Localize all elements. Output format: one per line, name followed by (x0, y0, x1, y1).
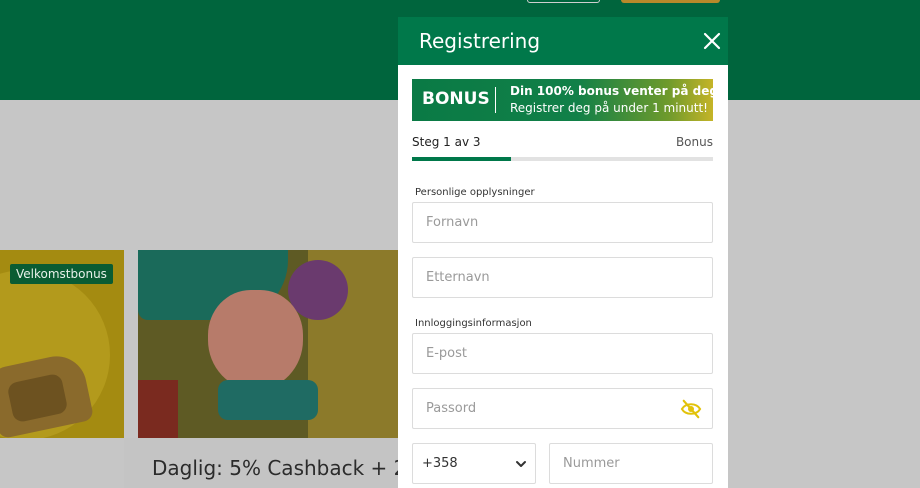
progress-fill (412, 157, 512, 161)
step-next: Bonus (675, 135, 713, 149)
progress-bar (412, 157, 713, 161)
bonus-banner: BONUS Din 100% bonus venter på deg. Regi… (412, 79, 713, 121)
country-code-select[interactable]: +358 (412, 443, 536, 484)
modal-title: Registrering (419, 29, 541, 53)
promo-card-cashback-text[interactable]: Daglig: 5% Cashback + 20% (124, 438, 438, 488)
step-current: Steg 1 av 3 (412, 135, 481, 149)
welcome-bonus-badge: Velkomstbonus (10, 264, 113, 284)
close-icon[interactable] (700, 29, 724, 53)
chevron-down-icon (516, 460, 526, 467)
first-name-field[interactable] (412, 202, 713, 243)
login-info-label: Innloggingsinformasjon (415, 318, 532, 329)
phone-number-input[interactable] (550, 444, 712, 483)
first-name-input[interactable] (413, 203, 712, 242)
header-register-button[interactable] (621, 0, 720, 3)
last-name-input[interactable] (413, 258, 712, 297)
card-image-hair (288, 260, 348, 320)
card-image-face (208, 290, 303, 390)
card-image-flowers (138, 380, 178, 438)
personal-info-label: Personlige opplysninger (415, 187, 535, 198)
promo-card-title: Daglig: 5% Cashback + 20% (152, 456, 439, 480)
banner-divider (495, 87, 496, 113)
header-login-button[interactable] (527, 0, 600, 3)
country-code-value: +358 (422, 456, 458, 471)
eye-slash-icon[interactable] (680, 399, 702, 419)
bonus-subline: Registrer deg på under 1 minutt! (510, 101, 708, 115)
password-input[interactable] (413, 389, 712, 428)
registration-modal: Registrering BONUS Din 100% bonus venter… (398, 17, 728, 488)
password-field[interactable] (412, 388, 713, 429)
bonus-logo: BONUS (422, 89, 490, 109)
email-input[interactable] (413, 334, 712, 373)
promo-card-cashback-image[interactable] (138, 250, 400, 438)
modal-header: Registrering (398, 17, 728, 65)
card-image-scarf (218, 380, 318, 420)
email-field[interactable] (412, 333, 713, 374)
phone-number-field[interactable] (549, 443, 713, 484)
bonus-headline: Din 100% bonus venter på deg. (510, 84, 713, 98)
step-indicator: Steg 1 av 3 Bonus (412, 135, 713, 165)
last-name-field[interactable] (412, 257, 713, 298)
